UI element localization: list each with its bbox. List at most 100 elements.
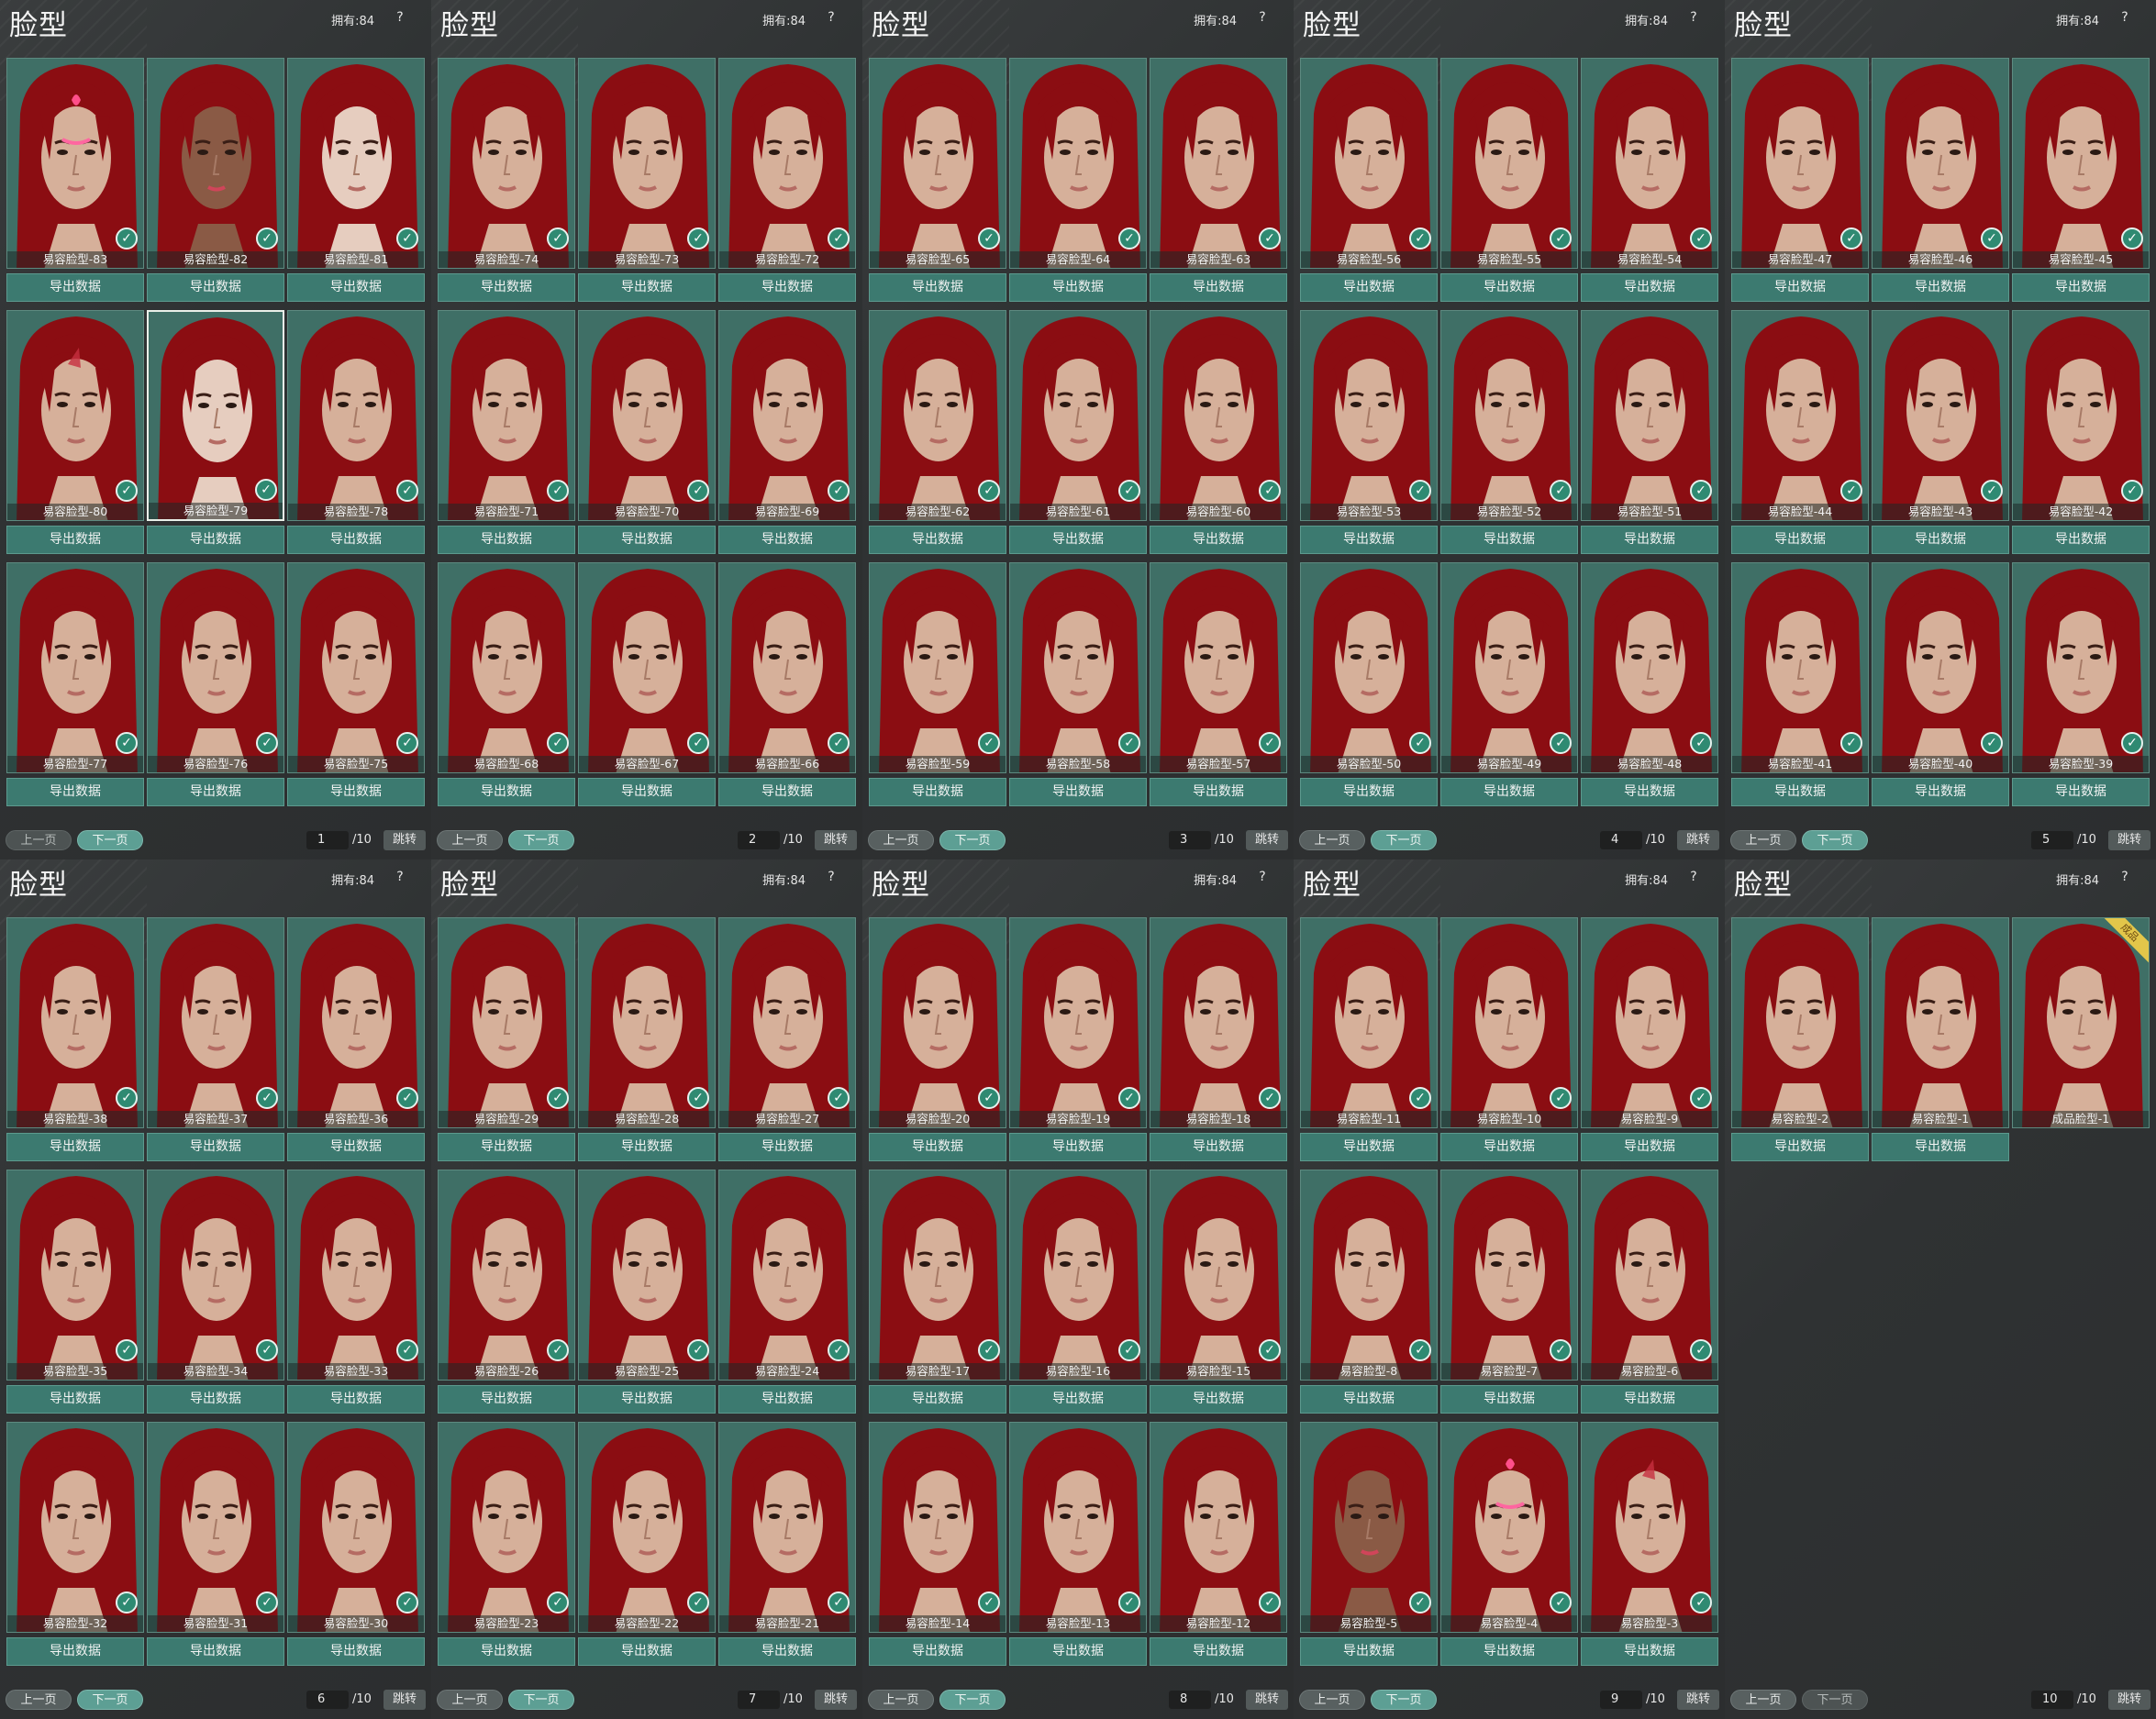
face-card[interactable]: ✓ 易容脸型-43 导出数据 <box>1872 310 2009 558</box>
face-card[interactable]: ✓ 易容脸型-83 导出数据 <box>6 58 144 305</box>
face-card[interactable]: ✓ 易容脸型-63 导出数据 <box>1150 58 1287 305</box>
export-data-button[interactable]: 导出数据 <box>147 273 284 302</box>
face-card[interactable]: ✓ 易容脸型-54 导出数据 <box>1581 58 1718 305</box>
face-thumbnail[interactable]: ✓ 易容脸型-59 <box>869 562 1006 773</box>
export-data-button[interactable]: 导出数据 <box>1872 273 2009 302</box>
face-thumbnail[interactable]: ✓ 易容脸型-73 <box>578 58 716 269</box>
next-page-button[interactable]: 下一页 <box>508 830 574 850</box>
export-data-button[interactable]: 导出数据 <box>287 526 425 554</box>
face-thumbnail[interactable]: ✓ 易容脸型-62 <box>869 310 1006 521</box>
face-card[interactable]: ✓ 易容脸型-59 导出数据 <box>869 562 1006 810</box>
help-icon[interactable]: ? <box>822 8 840 27</box>
export-data-button[interactable]: 导出数据 <box>1440 273 1578 302</box>
export-data-button[interactable]: 导出数据 <box>1440 526 1578 554</box>
export-data-button[interactable]: 导出数据 <box>869 1133 1006 1161</box>
face-card[interactable]: ✓ 易容脸型-67 导出数据 <box>578 562 716 810</box>
export-data-button[interactable]: 导出数据 <box>718 273 856 302</box>
face-card[interactable]: ✓ 易容脸型-48 导出数据 <box>1581 562 1718 810</box>
export-data-button[interactable]: 导出数据 <box>2012 526 2150 554</box>
face-card[interactable]: ✓ 易容脸型-79 导出数据 <box>147 310 284 558</box>
face-thumbnail[interactable]: ✓ 易容脸型-49 <box>1440 562 1578 773</box>
next-page-button[interactable]: 下一页 <box>939 1690 1006 1710</box>
face-card[interactable]: ✓ 易容脸型-22 导出数据 <box>578 1422 716 1669</box>
face-thumbnail[interactable]: ✓ 易容脸型-61 <box>1009 310 1147 521</box>
face-card[interactable]: ✓ 易容脸型-19 导出数据 <box>1009 917 1147 1165</box>
face-thumbnail[interactable]: 易容脸型-1 <box>1872 917 2009 1128</box>
face-thumbnail[interactable]: ✓ 易容脸型-10 <box>1440 917 1578 1128</box>
face-card[interactable]: ✓ 易容脸型-7 导出数据 <box>1440 1170 1578 1417</box>
face-card[interactable]: 易容脸型-2 导出数据 <box>1731 917 1869 1165</box>
face-thumbnail[interactable]: ✓ 易容脸型-21 <box>718 1422 856 1633</box>
face-thumbnail[interactable]: ✓ 易容脸型-79 <box>147 310 284 521</box>
face-thumbnail[interactable]: ✓ 易容脸型-58 <box>1009 562 1147 773</box>
export-data-button[interactable]: 导出数据 <box>438 1637 575 1666</box>
face-card[interactable]: ✓ 易容脸型-11 导出数据 <box>1300 917 1438 1165</box>
page-number-input[interactable]: 4 <box>1600 831 1642 849</box>
face-thumbnail[interactable]: ✓ 易容脸型-48 <box>1581 562 1718 773</box>
prev-page-button[interactable]: 上一页 <box>6 1690 72 1710</box>
export-data-button[interactable]: 导出数据 <box>1300 526 1438 554</box>
face-card[interactable]: ✓ 易容脸型-46 导出数据 <box>1872 58 2009 305</box>
export-data-button[interactable]: 导出数据 <box>718 526 856 554</box>
export-data-button[interactable]: 导出数据 <box>147 778 284 806</box>
face-card[interactable]: ✓ 易容脸型-4 导出数据 <box>1440 1422 1578 1669</box>
face-thumbnail[interactable]: ✓ 易容脸型-14 <box>869 1422 1006 1633</box>
face-thumbnail[interactable]: ✓ 易容脸型-26 <box>438 1170 575 1381</box>
face-card[interactable]: ✓ 易容脸型-73 导出数据 <box>578 58 716 305</box>
face-thumbnail[interactable]: ✓ 易容脸型-82 <box>147 58 284 269</box>
export-data-button[interactable]: 导出数据 <box>438 1385 575 1414</box>
face-thumbnail[interactable]: ✓ 易容脸型-39 <box>2012 562 2150 773</box>
face-thumbnail[interactable]: ✓ 易容脸型-29 <box>438 917 575 1128</box>
face-card[interactable]: ✓ 易容脸型-47 导出数据 <box>1731 58 1869 305</box>
face-card[interactable]: ✓ 易容脸型-57 导出数据 <box>1150 562 1287 810</box>
export-data-button[interactable]: 导出数据 <box>1300 1637 1438 1666</box>
face-thumbnail[interactable]: ✓ 易容脸型-51 <box>1581 310 1718 521</box>
export-data-button[interactable]: 导出数据 <box>438 778 575 806</box>
face-thumbnail[interactable]: ✓ 易容脸型-23 <box>438 1422 575 1633</box>
jump-button[interactable]: 跳转 <box>815 830 857 850</box>
export-data-button[interactable]: 导出数据 <box>1581 1385 1718 1414</box>
face-thumbnail[interactable]: ✓ 易容脸型-53 <box>1300 310 1438 521</box>
export-data-button[interactable]: 导出数据 <box>287 273 425 302</box>
export-data-button[interactable]: 导出数据 <box>1300 1385 1438 1414</box>
export-data-button[interactable]: 导出数据 <box>1581 273 1718 302</box>
export-data-button[interactable]: 导出数据 <box>438 526 575 554</box>
face-thumbnail[interactable]: ✓ 易容脸型-28 <box>578 917 716 1128</box>
export-data-button[interactable]: 导出数据 <box>1872 526 2009 554</box>
help-icon[interactable]: ? <box>2116 8 2134 27</box>
face-card[interactable]: ✓ 易容脸型-14 导出数据 <box>869 1422 1006 1669</box>
export-data-button[interactable]: 导出数据 <box>1300 778 1438 806</box>
export-data-button[interactable]: 导出数据 <box>6 1133 144 1161</box>
face-card[interactable]: 成品 成品脸型-1 <box>2012 917 2150 1165</box>
export-data-button[interactable]: 导出数据 <box>1872 1133 2009 1161</box>
face-thumbnail[interactable]: ✓ 易容脸型-31 <box>147 1422 284 1633</box>
face-card[interactable]: ✓ 易容脸型-39 导出数据 <box>2012 562 2150 810</box>
export-data-button[interactable]: 导出数据 <box>578 778 716 806</box>
export-data-button[interactable]: 导出数据 <box>718 1637 856 1666</box>
prev-page-button[interactable]: 上一页 <box>437 1690 503 1710</box>
export-data-button[interactable]: 导出数据 <box>287 1385 425 1414</box>
face-thumbnail[interactable]: ✓ 易容脸型-45 <box>2012 58 2150 269</box>
face-card[interactable]: ✓ 易容脸型-69 导出数据 <box>718 310 856 558</box>
face-card[interactable]: ✓ 易容脸型-32 导出数据 <box>6 1422 144 1669</box>
jump-button[interactable]: 跳转 <box>1677 830 1719 850</box>
export-data-button[interactable]: 导出数据 <box>2012 273 2150 302</box>
next-page-button[interactable]: 下一页 <box>508 1690 574 1710</box>
face-card[interactable]: ✓ 易容脸型-30 导出数据 <box>287 1422 425 1669</box>
face-card[interactable]: ✓ 易容脸型-61 导出数据 <box>1009 310 1147 558</box>
face-thumbnail[interactable]: 成品 成品脸型-1 <box>2012 917 2150 1128</box>
page-number-input[interactable]: 7 <box>738 1691 780 1709</box>
face-card[interactable]: ✓ 易容脸型-24 导出数据 <box>718 1170 856 1417</box>
face-thumbnail[interactable]: ✓ 易容脸型-57 <box>1150 562 1287 773</box>
export-data-button[interactable]: 导出数据 <box>1150 1133 1287 1161</box>
export-data-button[interactable]: 导出数据 <box>287 1133 425 1161</box>
face-card[interactable]: ✓ 易容脸型-37 导出数据 <box>147 917 284 1165</box>
help-icon[interactable]: ? <box>2116 868 2134 886</box>
face-card[interactable]: ✓ 易容脸型-36 导出数据 <box>287 917 425 1165</box>
export-data-button[interactable]: 导出数据 <box>147 1637 284 1666</box>
face-card[interactable]: ✓ 易容脸型-6 导出数据 <box>1581 1170 1718 1417</box>
face-thumbnail[interactable]: ✓ 易容脸型-77 <box>6 562 144 773</box>
face-thumbnail[interactable]: ✓ 易容脸型-34 <box>147 1170 284 1381</box>
export-data-button[interactable]: 导出数据 <box>1150 1385 1287 1414</box>
export-data-button[interactable]: 导出数据 <box>1872 778 2009 806</box>
